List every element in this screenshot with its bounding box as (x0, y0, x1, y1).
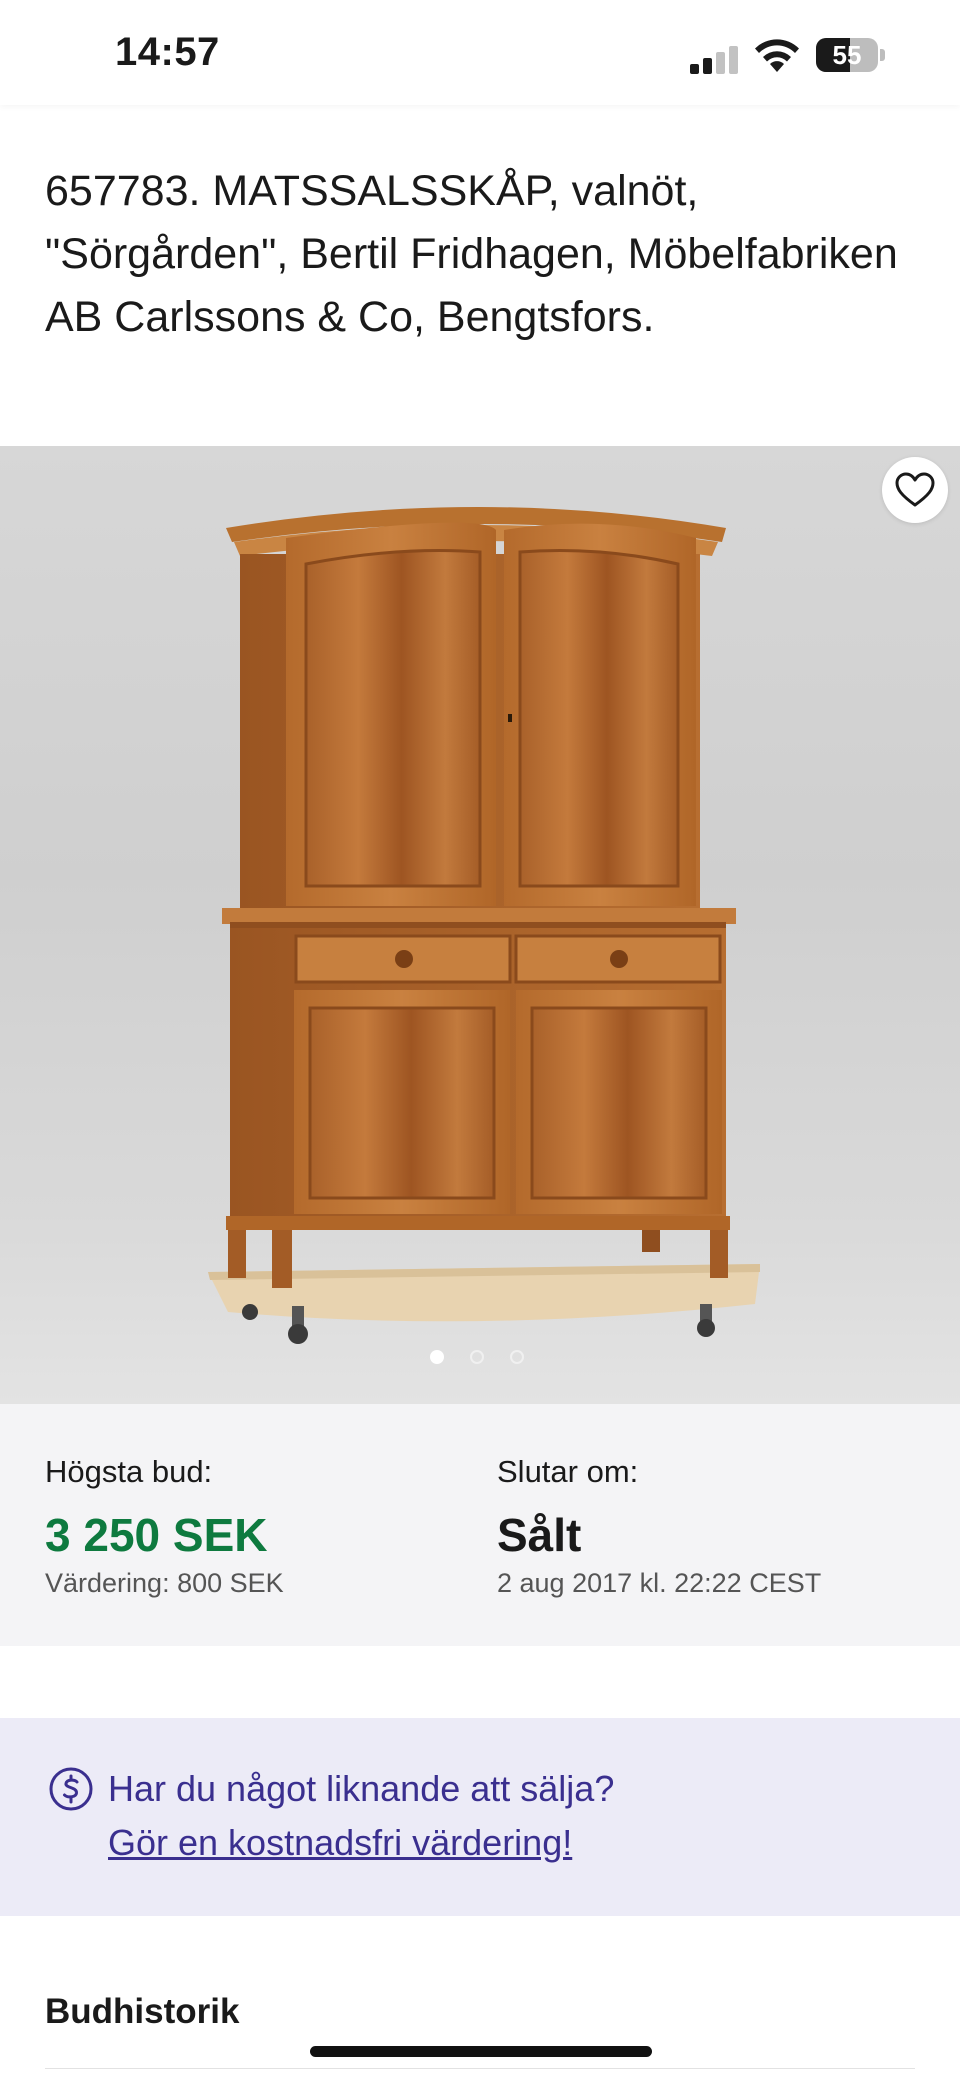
sell-promo-banner (0, 1718, 960, 1916)
promo-question: Har du något liknande att sälja? (108, 1768, 615, 1809)
pagination-dot[interactable] (430, 1350, 444, 1364)
listing-title: 657783. MATSSALSSKÅP, valnöt, "Sörgården… (45, 167, 898, 341)
battery-level: 55 (832, 40, 862, 70)
home-indicator[interactable] (310, 2046, 652, 2057)
ends-label: Slutar om: (497, 1454, 639, 1489)
image-pagination (430, 1350, 530, 1366)
divider (45, 2068, 915, 2069)
bid-history-title: Budhistorik (45, 1992, 240, 2031)
status-bar: 14:57 55 (0, 0, 960, 105)
cellular-signal-icon (690, 44, 742, 74)
battery-icon: 55 (816, 38, 886, 72)
signal-bar (703, 58, 712, 74)
auction-status: Sålt (497, 1509, 582, 1561)
signal-bar (690, 64, 699, 74)
valuation-text: Värdering: 800 SEK (45, 1568, 284, 1598)
signal-bar (716, 52, 725, 74)
pagination-dot[interactable] (510, 1350, 524, 1364)
signal-bar (729, 46, 738, 74)
free-valuation-link[interactable]: Gör en kostnadsfri värdering! (108, 1822, 572, 1864)
cabinet-photo[interactable] (0, 446, 960, 1404)
favorite-heart-button[interactable] (882, 457, 948, 523)
highest-bid-label: Högsta bud: (45, 1454, 213, 1489)
dollar-circle-icon (49, 1767, 93, 1811)
wifi-icon (755, 39, 799, 72)
highest-bid-value: 3 250 SEK (45, 1509, 268, 1561)
pagination-dot[interactable] (470, 1350, 484, 1364)
heart-icon (895, 472, 935, 507)
end-date: 2 aug 2017 kl. 22:22 CEST (497, 1568, 822, 1598)
status-time: 14:57 (115, 30, 220, 74)
